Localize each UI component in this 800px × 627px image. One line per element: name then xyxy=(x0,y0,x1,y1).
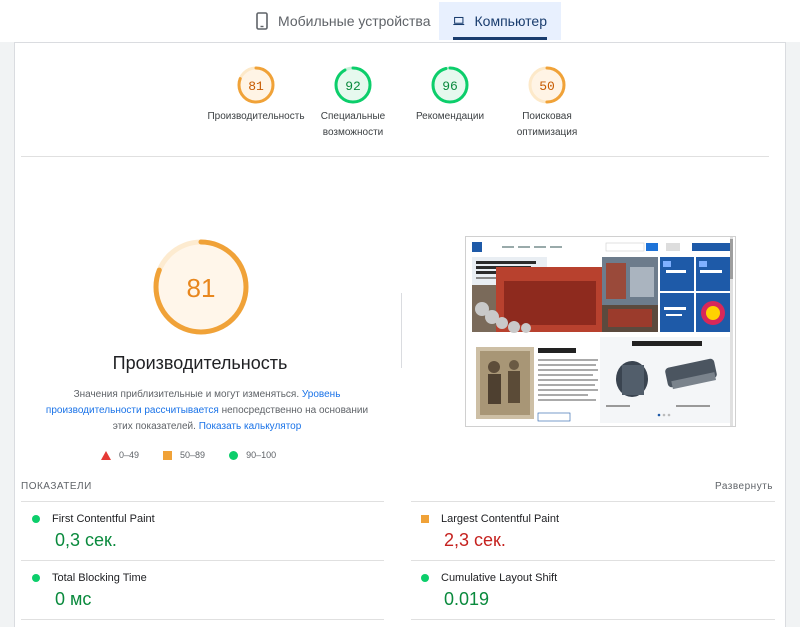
score-gauge: 50 xyxy=(528,66,566,104)
legend-average: 50–89 xyxy=(163,450,205,460)
metric-cls: Cumulative Layout Shift 0.019 xyxy=(421,572,557,610)
metric-divider xyxy=(21,501,384,502)
desc-text-1: Значения приблизительные и могут изменят… xyxy=(73,389,300,400)
performance-description: Значения приблизительные и могут изменят… xyxy=(37,387,377,435)
score-value: 50 xyxy=(539,79,555,94)
metric-divider xyxy=(411,560,775,561)
smartphone-icon xyxy=(256,12,268,30)
legend-good: 90–100 xyxy=(229,450,276,460)
score-gauge: 96 xyxy=(431,66,469,104)
legend-bad-label: 0–49 xyxy=(119,450,140,460)
tab-mobile[interactable]: Мобильные устройства xyxy=(242,2,445,40)
final-screenshot[interactable] xyxy=(465,236,736,427)
score-label-line2: оптимизация xyxy=(516,127,578,138)
score-value: 96 xyxy=(442,79,458,94)
metric-name: First Contentful Paint xyxy=(52,513,155,525)
metric-tbt: Total Blocking Time 0 мс xyxy=(32,572,147,610)
score-label-line1: Рекомендации xyxy=(415,111,485,122)
metric-name: Largest Contentful Paint xyxy=(441,513,560,525)
metric-value: 0 мс xyxy=(55,589,92,609)
show-calculator-link[interactable]: Показать калькулятор xyxy=(199,421,302,432)
score-label-line2: возможности xyxy=(322,127,384,138)
legend-average-label: 50–89 xyxy=(180,450,206,460)
metric-name: Total Blocking Time xyxy=(52,572,147,584)
performance-score-value: 81 xyxy=(187,273,216,303)
metric-lcp: Largest Contentful Paint 2,3 сек. xyxy=(421,513,559,551)
metric-fcp: First Contentful Paint 0,3 сек. xyxy=(32,513,155,551)
score-label: Производительность xyxy=(206,109,306,125)
score-value: 81 xyxy=(248,79,264,94)
score-performance[interactable]: 81 Производительность xyxy=(206,65,306,125)
performance-title: Производительность xyxy=(112,353,288,373)
circle-icon xyxy=(229,450,239,460)
score-label-line1: Специальные xyxy=(320,111,386,122)
divider xyxy=(21,156,769,157)
metric-value: 0,3 сек. xyxy=(55,530,117,550)
tab-desktop-label: Компьютер xyxy=(474,13,547,29)
active-tab-indicator xyxy=(453,37,547,40)
score-label: Рекомендации xyxy=(400,109,500,125)
score-legend: 0–49 50–89 90–100 xyxy=(101,450,276,460)
report-panel: 81 Производительность 92 Специальные возм… xyxy=(14,42,786,627)
tab-mobile-label: Мобильные устройства xyxy=(278,13,431,29)
score-seo[interactable]: 50 Поисковая оптимизация xyxy=(497,65,597,141)
metric-name: Cumulative Layout Shift xyxy=(441,572,558,584)
tab-desktop[interactable]: Компьютер xyxy=(439,2,561,40)
score-label: Специальные возможности xyxy=(303,109,403,141)
laptop-icon xyxy=(453,16,465,26)
metric-divider xyxy=(21,619,384,620)
metrics-header: ПОКАЗАТЕЛИ xyxy=(21,481,92,492)
website-preview-image xyxy=(466,237,735,426)
score-accessibility[interactable]: 92 Специальные возможности xyxy=(303,65,403,141)
vertical-divider xyxy=(401,293,402,368)
expand-metrics-toggle[interactable]: Развернуть xyxy=(715,481,773,492)
score-best-practices[interactable]: 96 Рекомендации xyxy=(400,65,500,125)
score-label-line1: Поисковая xyxy=(522,111,572,122)
square-icon xyxy=(163,450,173,460)
score-gauge: 92 xyxy=(334,66,372,104)
score-value: 92 xyxy=(345,79,361,94)
metric-value: 2,3 сек. xyxy=(444,530,506,550)
metric-divider xyxy=(411,501,775,502)
score-label-line1: Производительность xyxy=(207,111,305,122)
score-gauge: 81 xyxy=(237,66,275,104)
legend-bad: 0–49 xyxy=(101,450,139,460)
average-status-icon xyxy=(421,515,429,523)
good-status-icon xyxy=(32,574,40,582)
score-label: Поисковая оптимизация xyxy=(497,109,597,141)
triangle-icon xyxy=(101,450,111,460)
metric-value: 0.019 xyxy=(444,589,490,609)
metric-divider xyxy=(21,560,384,561)
legend-good-label: 90–100 xyxy=(246,450,277,460)
performance-gauge: 81 xyxy=(153,239,249,335)
good-status-icon xyxy=(421,574,429,582)
device-tabs: Мобильные устройства Компьютер xyxy=(0,0,800,42)
metric-divider xyxy=(411,619,775,620)
good-status-icon xyxy=(32,515,40,523)
